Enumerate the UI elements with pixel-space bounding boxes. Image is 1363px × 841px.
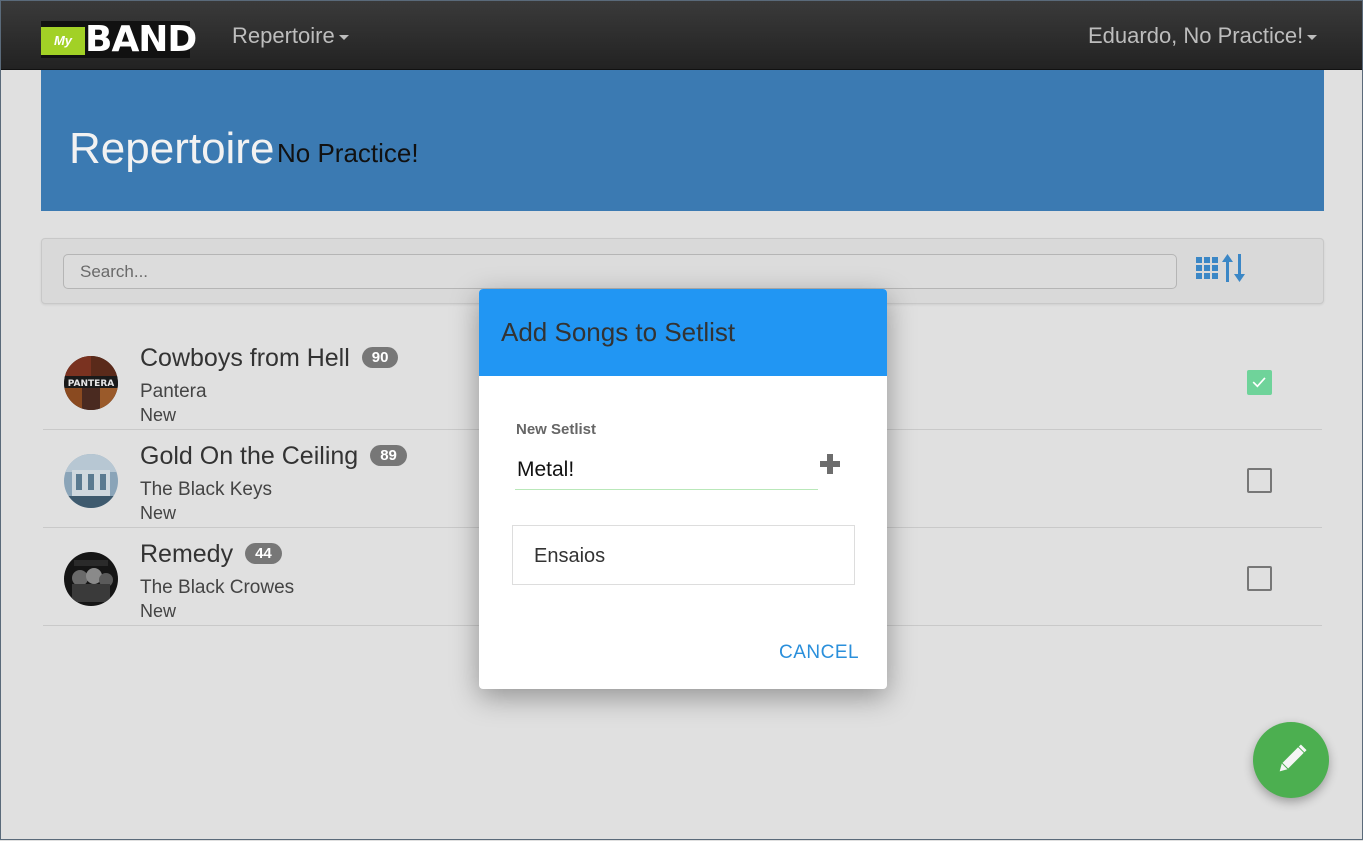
user-menu-label: Eduardo, No Practice! — [1088, 23, 1304, 48]
new-setlist-input[interactable] — [515, 450, 818, 490]
new-setlist-label: New Setlist — [516, 421, 597, 438]
nav-menu-repertoire[interactable]: Repertoire — [232, 23, 349, 49]
dialog-header: Add Songs to Setlist — [479, 289, 887, 376]
logo-my-text: My — [41, 27, 85, 55]
app-logo[interactable]: My BAND — [41, 19, 197, 60]
setlist-item[interactable]: Ensaios — [512, 525, 855, 585]
plus-icon[interactable] — [818, 449, 842, 477]
caret-down-icon — [338, 34, 349, 40]
user-menu[interactable]: Eduardo, No Practice! — [1088, 23, 1318, 49]
add-songs-to-setlist-dialog: Add Songs to Setlist New Setlist Ensaios… — [479, 289, 887, 689]
cancel-button[interactable]: CANCEL — [779, 642, 859, 664]
navbar: My BAND Repertoire Eduardo, No Practice! — [1, 1, 1362, 70]
logo-band-text: BAND — [85, 19, 197, 60]
nav-repertoire-label: Repertoire — [232, 23, 335, 48]
pencil-icon — [1279, 744, 1307, 772]
edit-fab-button[interactable] — [1253, 722, 1329, 798]
dialog-title: Add Songs to Setlist — [501, 317, 736, 347]
caret-down-icon — [1307, 34, 1318, 40]
